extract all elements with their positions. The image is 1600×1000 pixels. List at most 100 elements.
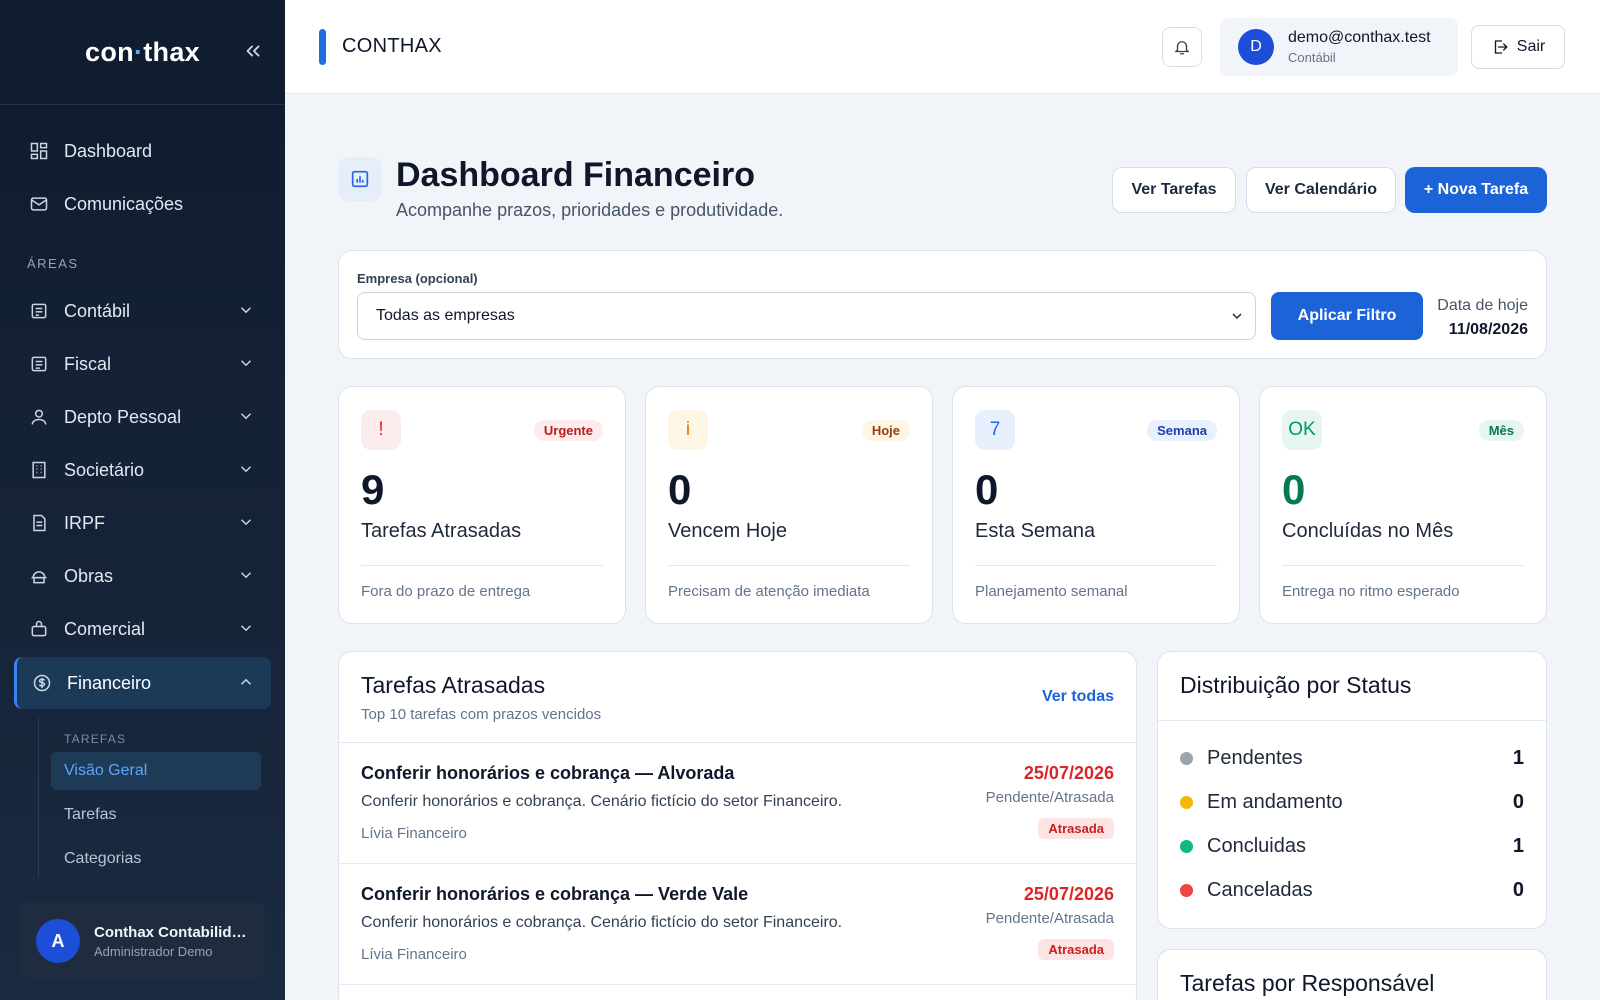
status-row-pendentes: Pendentes 1: [1180, 743, 1524, 773]
status-dot: [1180, 839, 1193, 853]
logout-icon: [1491, 38, 1509, 56]
status-label: Concluidas: [1207, 834, 1306, 857]
sidebar-user-card[interactable]: A Conthax Contabilidade Administrador De…: [20, 902, 265, 980]
sidebar-item-label: Contábil: [64, 300, 131, 321]
view-calendar-button[interactable]: Ver Calendário: [1246, 167, 1396, 213]
sidebar-item-fiscal[interactable]: Fiscal: [14, 338, 271, 390]
chevron-down-icon: [237, 301, 255, 319]
view-tasks-button[interactable]: Ver Tarefas: [1112, 167, 1236, 213]
construction-icon: [28, 565, 50, 587]
status-distribution-panel: Distribuição por Status Pendentes 1 Em a…: [1157, 651, 1547, 929]
sidebar-item-comunicacoes[interactable]: Comunicações: [14, 178, 271, 230]
status-row-canceladas: Canceladas 0: [1180, 875, 1524, 905]
mail-icon: [28, 193, 50, 215]
divider: [361, 565, 603, 566]
status-badge: Mês: [1478, 420, 1524, 441]
task-row[interactable]: Conferir honorários e cobrança — Verde V…: [339, 864, 1136, 985]
subnav-item-categorias[interactable]: Categorias: [51, 840, 261, 878]
stat-value: 0: [1282, 466, 1306, 513]
financeiro-subnav: TAREFAS Visão Geral Tarefas Categorias: [38, 718, 270, 878]
user-role: Contábil: [1288, 50, 1336, 65]
dollar-circle-icon: [31, 672, 53, 694]
avatar: D: [1238, 29, 1274, 65]
task-title: Conferir honorários e cobrança — Verde V…: [361, 884, 749, 904]
panel-title: Tarefas Atrasadas: [361, 672, 546, 698]
chevron-down-icon: [237, 354, 255, 372]
sidebar-item-label: Depto Pessoal: [64, 406, 182, 427]
stat-card-due-today[interactable]: i Hoje 0 Vencem Hoje Precisam de atenção…: [645, 386, 933, 624]
chevron-down-icon: [1229, 308, 1245, 324]
check-icon: OK: [1282, 410, 1322, 450]
task-status: Pendente/Atrasada: [985, 789, 1114, 806]
subnav-item-tarefas[interactable]: Tarefas: [51, 796, 261, 834]
stat-card-this-week[interactable]: 7 Semana 0 Esta Semana Planejamento sema…: [952, 386, 1240, 624]
ledger-icon: [28, 300, 50, 322]
page-title: Dashboard Financeiro: [396, 156, 755, 194]
sidebar-item-obras[interactable]: Obras: [14, 550, 271, 602]
sidebar-item-comercial[interactable]: Comercial: [14, 603, 271, 655]
see-all-link[interactable]: Ver todas: [1042, 688, 1114, 706]
user-icon: [28, 406, 50, 428]
sidebar-item-depto-pessoal[interactable]: Depto Pessoal: [14, 391, 271, 443]
stat-card-completed-month[interactable]: OK Mês 0 Concluídas no Mês Entrega no ri…: [1259, 386, 1547, 624]
today-label: Data de hoje: [1437, 297, 1528, 314]
page-subtitle: Acompanhe prazos, prioridades e produtiv…: [396, 200, 784, 220]
sidebar-item-label: IRPF: [64, 512, 106, 533]
panel-title: Distribuição por Status: [1180, 672, 1412, 698]
task-row[interactable]: Conferir honorários e cobrança — Alvorad…: [339, 743, 1136, 864]
stat-value: 0: [975, 466, 999, 513]
status-dot: [1180, 883, 1193, 897]
panel-title: Tarefas por Responsável: [1180, 970, 1435, 996]
stat-label: Vencem Hoje: [668, 520, 787, 542]
status-badge: Semana: [1147, 420, 1217, 441]
divider: [1282, 565, 1524, 566]
company-filter-label: Empresa (opcional): [357, 271, 478, 286]
user-role: Administrador Demo: [94, 943, 213, 959]
subnav-section-label: TAREFAS: [64, 732, 127, 746]
topbar: CONTHAX D demo@conthax.test Contábil Sai…: [285, 0, 1600, 94]
status-badge: Atrasada: [1038, 939, 1114, 960]
status-label: Pendentes: [1207, 746, 1303, 769]
document-icon: [28, 512, 50, 534]
stat-card-overdue[interactable]: ! Urgente 9 Tarefas Atrasadas Fora do pr…: [338, 386, 626, 624]
status-badge: Atrasada: [1038, 818, 1114, 839]
subnav-item-visao-geral[interactable]: Visão Geral: [51, 752, 261, 790]
divider: [1158, 720, 1546, 721]
section-label-areas: ÁREAS: [27, 256, 79, 271]
status-label: Em andamento: [1207, 790, 1343, 813]
notifications-button[interactable]: [1162, 27, 1202, 67]
bell-icon: [1173, 38, 1191, 56]
company-select-value: Todas as empresas: [376, 307, 515, 324]
apply-filter-button[interactable]: Aplicar Filtro: [1271, 292, 1423, 340]
company-select[interactable]: Todas as empresas: [357, 292, 1256, 340]
stat-label: Esta Semana: [975, 520, 1096, 542]
divider: [975, 565, 1217, 566]
chevron-up-icon: [237, 673, 255, 691]
sidebar: con·thax Dashboard Comunicações ÁREAS Co…: [0, 0, 285, 1000]
sidebar-item-societario[interactable]: Societário: [14, 444, 271, 496]
chevron-down-icon: [237, 460, 255, 478]
sidebar-item-dashboard[interactable]: Dashboard: [14, 125, 271, 177]
sidebar-item-label: Comercial: [64, 618, 146, 639]
status-row-concluidas: Concluidas 1: [1180, 831, 1524, 861]
sidebar-item-contabil[interactable]: Contábil: [14, 285, 271, 337]
tasks-by-assignee-panel: Tarefas por Responsável: [1157, 949, 1547, 1000]
sidebar-item-financeiro[interactable]: Financeiro: [14, 657, 271, 709]
info-icon: i: [668, 410, 708, 450]
stat-label: Concluídas no Mês: [1282, 520, 1454, 542]
status-label: Canceladas: [1207, 878, 1313, 901]
divider: [668, 565, 910, 566]
double-chevron-left-icon[interactable]: [241, 40, 265, 64]
new-task-button[interactable]: + Nova Tarefa: [1405, 167, 1547, 213]
bar-chart-icon: [338, 157, 382, 201]
sidebar-item-label: Obras: [64, 565, 114, 586]
building-icon: [28, 459, 50, 481]
dashboard-icon: [28, 140, 50, 162]
overdue-tasks-panel: Tarefas Atrasadas Top 10 tarefas com pra…: [338, 651, 1137, 1000]
today-value: 11/08/2026: [1448, 321, 1528, 338]
topbar-user[interactable]: D demo@conthax.test Contábil: [1220, 18, 1458, 76]
logo[interactable]: con·thax: [85, 37, 200, 68]
logout-button[interactable]: Sair: [1471, 25, 1565, 69]
sidebar-item-irpf[interactable]: IRPF: [14, 497, 271, 549]
task-description: Conferir honorários e cobrança. Cenário …: [361, 914, 843, 931]
